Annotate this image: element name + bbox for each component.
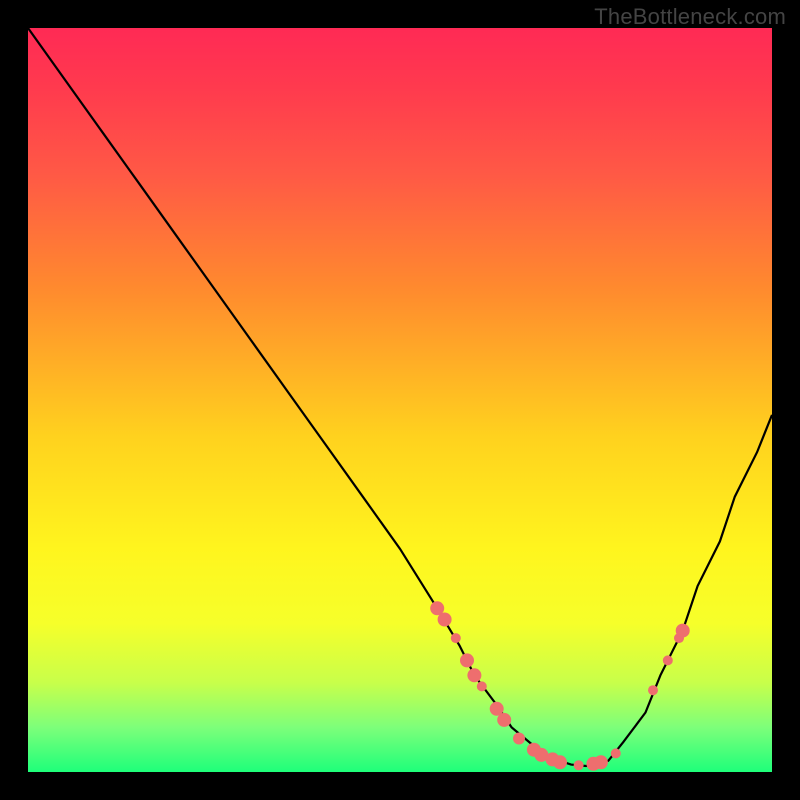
data-marker bbox=[513, 733, 525, 745]
data-marker bbox=[648, 685, 658, 695]
marker-group bbox=[430, 601, 690, 771]
plot-area bbox=[28, 28, 772, 772]
data-marker bbox=[438, 613, 452, 627]
data-marker bbox=[574, 760, 584, 770]
data-marker bbox=[451, 633, 461, 643]
data-marker bbox=[663, 655, 673, 665]
watermark-text: TheBottleneck.com bbox=[594, 4, 786, 30]
data-marker bbox=[467, 668, 481, 682]
data-marker bbox=[594, 755, 608, 769]
data-marker bbox=[460, 653, 474, 667]
bottleneck-curve bbox=[28, 28, 772, 766]
data-marker bbox=[611, 748, 621, 758]
outer-frame: TheBottleneck.com bbox=[0, 0, 800, 800]
data-marker bbox=[553, 755, 567, 769]
data-marker bbox=[477, 681, 487, 691]
data-marker bbox=[676, 624, 690, 638]
data-marker bbox=[497, 713, 511, 727]
chart-svg bbox=[28, 28, 772, 772]
